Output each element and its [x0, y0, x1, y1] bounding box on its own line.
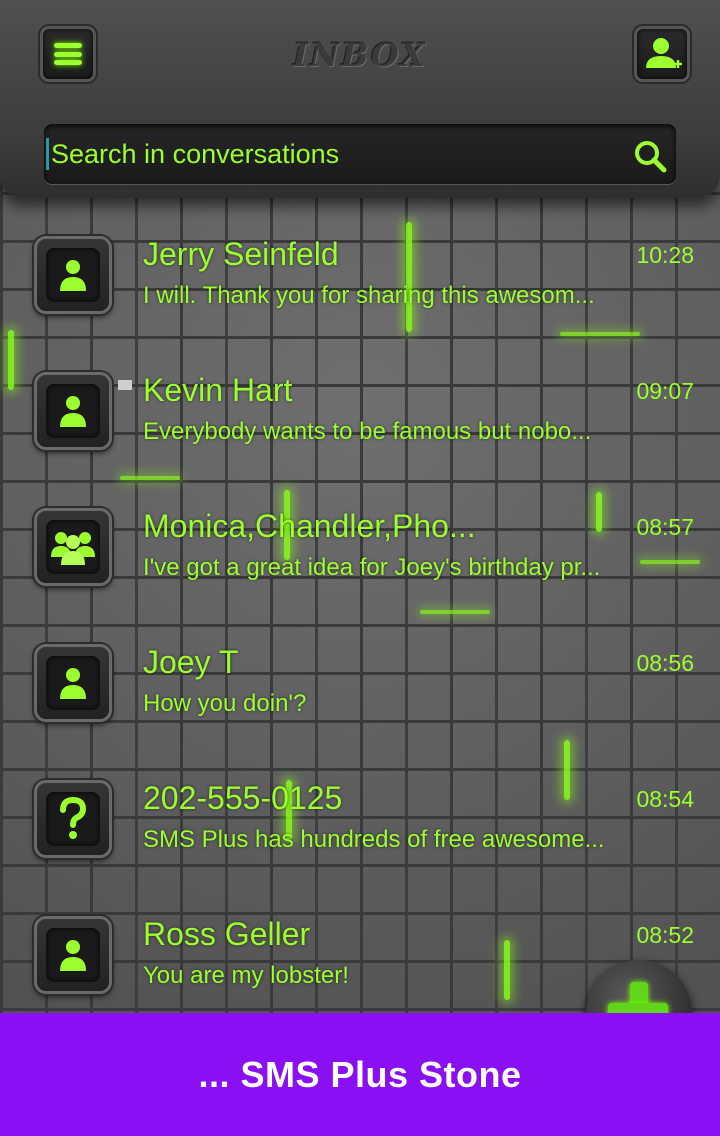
contact-name: Joey T — [143, 644, 239, 680]
contact-name: Jerry Seinfeld — [143, 236, 339, 272]
group-icon — [51, 532, 95, 565]
banner-text: ... SMS Plus Stone — [198, 1053, 522, 1095]
message-snippet: SMS Plus has hundreds of free awesome... — [143, 826, 605, 853]
conversation-row[interactable]: 202-555-0125 08:54 SMS Plus has hundreds… — [0, 780, 720, 916]
avatar — [34, 780, 112, 858]
unread-envelope-icon — [118, 380, 132, 390]
person-icon — [60, 396, 86, 427]
conversation-row[interactable]: Monica,Chandler,Pho... 08:57 I've got a … — [0, 508, 720, 644]
person-icon — [60, 668, 86, 699]
search-icon[interactable] — [632, 138, 668, 174]
add-contact-button[interactable] — [634, 26, 690, 82]
contact-name: Ross Geller — [143, 916, 311, 952]
message-snippet: I've got a great idea for Joey's birthda… — [143, 554, 601, 581]
conversation-row[interactable]: Joey T 08:56 How you doin'? — [0, 644, 720, 780]
promo-banner: ... SMS Plus Stone — [0, 1013, 720, 1136]
conversation-row[interactable]: Kevin Hart 09:07 Everybody wants to be f… — [0, 372, 720, 508]
conversation-row[interactable]: Jerry Seinfeld 10:28 I will. Thank you f… — [0, 236, 720, 372]
search-field[interactable]: Search in conversations — [44, 124, 676, 184]
message-time: 09:07 — [636, 378, 694, 404]
avatar — [34, 644, 112, 722]
avatar — [34, 916, 112, 994]
message-time: 08:54 — [636, 786, 694, 812]
avatar — [34, 508, 112, 586]
unknown-contact-icon — [60, 797, 87, 839]
header-bar: INBOX Search in conversations — [0, 0, 720, 198]
message-time: 08:57 — [636, 514, 694, 540]
message-time: 08:52 — [636, 922, 694, 948]
message-snippet: I will. Thank you for sharing this aweso… — [143, 282, 595, 309]
message-snippet: How you doin'? — [143, 690, 307, 717]
search-input[interactable]: Search in conversations — [46, 138, 339, 170]
message-time: 10:28 — [636, 242, 694, 268]
contact-name: Kevin Hart — [143, 372, 293, 408]
page-title: INBOX — [293, 36, 427, 74]
contact-name: 202-555-0125 — [143, 780, 343, 816]
message-time: 08:56 — [636, 650, 694, 676]
contact-name: Monica,Chandler,Pho... — [143, 508, 476, 544]
add-contact-icon — [646, 38, 682, 68]
person-icon — [60, 940, 86, 971]
person-icon — [60, 260, 86, 291]
message-snippet: Everybody wants to be famous but nobo... — [143, 418, 592, 445]
avatar — [34, 236, 112, 314]
avatar — [34, 372, 112, 450]
